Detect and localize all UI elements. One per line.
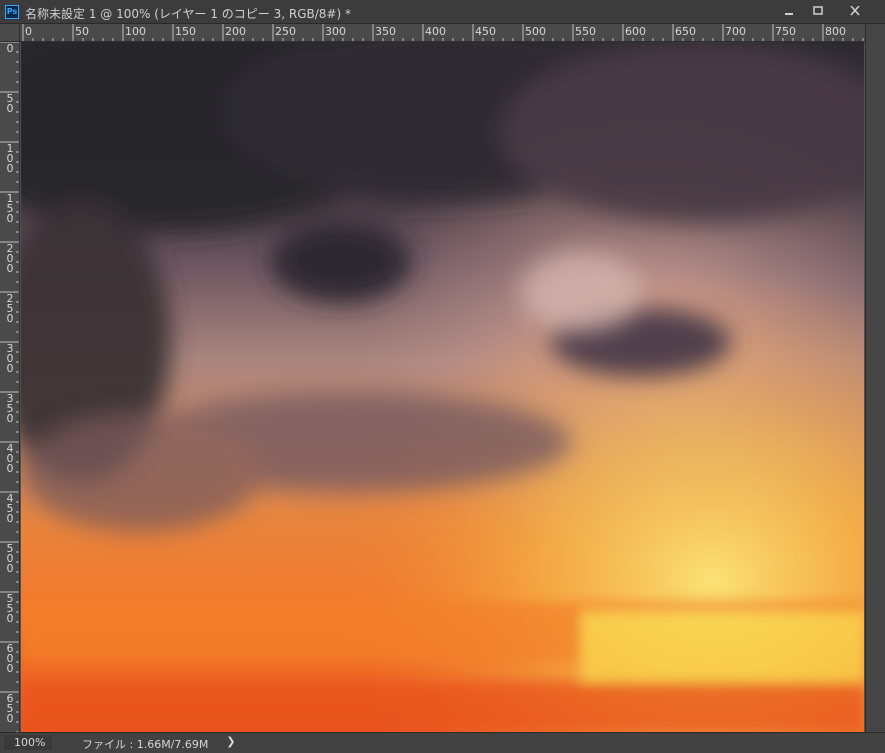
horizontal-ruler[interactable]: 0 50 100 150 200 250 300 350 400 450 500 550 600 650 7… <box>20 24 865 42</box>
ruler-label: 250 <box>6 292 14 325</box>
zoom-level-field[interactable]: 100% <box>4 735 52 750</box>
ruler-label: 600 <box>625 25 646 38</box>
ruler-label: 750 <box>775 25 796 38</box>
ruler-label: 650 <box>675 25 696 38</box>
ruler-label: 400 <box>6 442 14 475</box>
maximize-button[interactable] <box>804 0 832 22</box>
ruler-label: 600 <box>6 642 14 675</box>
ruler-label: 400 <box>425 25 446 38</box>
photoshop-icon: Ps <box>5 5 19 19</box>
close-button[interactable] <box>840 0 870 22</box>
ruler-label: 350 <box>375 25 396 38</box>
ruler-label: 800 <box>825 25 846 38</box>
close-icon <box>850 6 860 16</box>
ruler-label: 100 <box>6 142 14 175</box>
status-bar: 100% ファイル : 1.66M/7.69M ❯ <box>0 732 885 753</box>
ruler-origin[interactable] <box>0 24 20 42</box>
ruler-label: 500 <box>525 25 546 38</box>
ruler-label: 450 <box>475 25 496 38</box>
document-title: 名称未設定 1 @ 100% (レイヤー 1 のコピー 3, RGB/8#) * <box>25 7 351 21</box>
ruler-label: 550 <box>575 25 596 38</box>
ruler-label: 300 <box>6 342 14 375</box>
maximize-icon <box>813 6 823 15</box>
ruler-label: 700 <box>725 25 746 38</box>
chevron-right-icon[interactable]: ❯ <box>225 735 237 749</box>
ruler-label: 500 <box>6 542 14 575</box>
ruler-label: 50 <box>75 25 89 38</box>
ruler-label: 150 <box>6 192 14 225</box>
sunset-sky-image <box>21 42 864 732</box>
vertical-ruler[interactable]: 0 50 100 150 200 250 300 350 400 450 500 550 600 650 <box>0 42 20 732</box>
ruler-label: 300 <box>325 25 346 38</box>
ruler-label: 200 <box>225 25 246 38</box>
ruler-label: 0 <box>6 42 14 55</box>
title-bar: Ps 名称未設定 1 @ 100% (レイヤー 1 のコピー 3, RGB/8#… <box>0 0 885 24</box>
ruler-label: 650 <box>6 692 14 725</box>
ruler-label: 100 <box>125 25 146 38</box>
ruler-label: 0 <box>25 25 32 38</box>
ruler-label: 550 <box>6 592 14 625</box>
vertical-scrollbar[interactable] <box>865 24 885 732</box>
ruler-label: 350 <box>6 392 14 425</box>
document-canvas[interactable] <box>21 42 864 732</box>
ruler-label: 150 <box>175 25 196 38</box>
minimize-icon <box>785 13 793 15</box>
ruler-label: 450 <box>6 492 14 525</box>
ruler-label: 200 <box>6 242 14 275</box>
ruler-label: 250 <box>275 25 296 38</box>
minimize-button[interactable] <box>775 0 803 22</box>
ruler-label: 50 <box>6 92 14 115</box>
document-size-info[interactable]: ファイル : 1.66M/7.69M <box>82 736 208 752</box>
